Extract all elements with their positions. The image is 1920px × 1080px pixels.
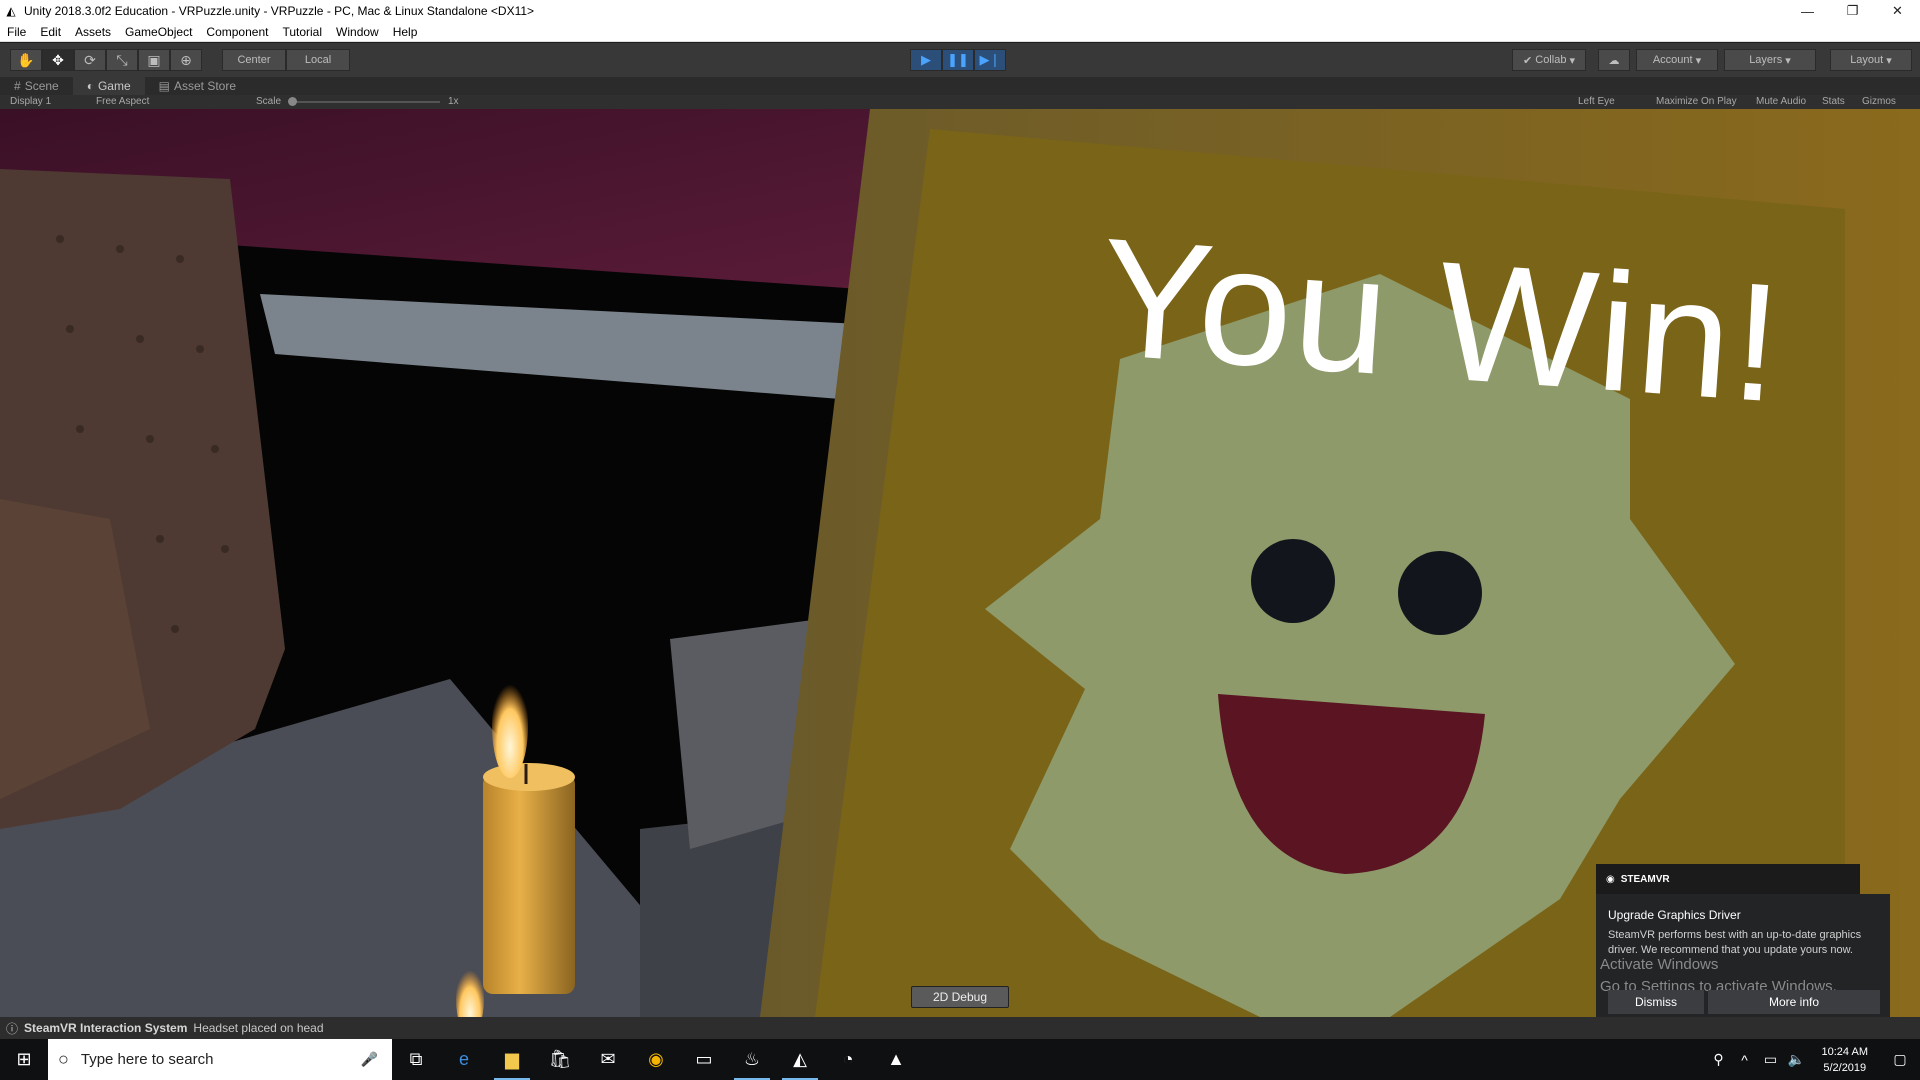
- scale-value: 1x: [448, 96, 459, 107]
- store-icon: ▤: [158, 79, 170, 93]
- oculus-icon[interactable]: ▭: [680, 1039, 728, 1080]
- window-title: Unity 2018.3.0f2 Education - VRPuzzle.un…: [24, 4, 535, 18]
- menu-edit[interactable]: Edit: [33, 25, 68, 39]
- transform-tool-icon[interactable]: ⊕: [170, 49, 202, 71]
- menu-component[interactable]: Component: [199, 25, 275, 39]
- menu-window[interactable]: Window: [329, 25, 386, 39]
- dismiss-button[interactable]: Dismiss: [1608, 990, 1704, 1014]
- tab-asset-store[interactable]: ▤ Asset Store: [145, 77, 250, 95]
- clock-time: 10:24 AM: [1821, 1045, 1868, 1058]
- clock-date: 5/2/2019: [1823, 1061, 1867, 1074]
- unity-logo-icon: ◭: [6, 4, 16, 18]
- network-icon[interactable]: ▭: [1758, 1051, 1784, 1068]
- layout-dropdown[interactable]: Layout ▾: [1830, 49, 1912, 71]
- menu-tutorial[interactable]: Tutorial: [275, 25, 329, 39]
- candle-shape: [483, 774, 575, 994]
- display-dropdown[interactable]: Display 1: [10, 95, 51, 109]
- status-source: SteamVR Interaction System: [24, 1021, 188, 1035]
- tray-chevron-icon[interactable]: ^: [1732, 1052, 1758, 1068]
- layers-dropdown[interactable]: Layers ▾: [1724, 49, 1816, 71]
- notification-title: Upgrade Graphics Driver: [1608, 908, 1741, 922]
- move-tool-icon[interactable]: ✥: [42, 49, 74, 71]
- rotate-tool-icon[interactable]: ⟳: [74, 49, 106, 71]
- volume-icon[interactable]: 🔈: [1784, 1051, 1810, 1068]
- chrome-icon[interactable]: ◉: [632, 1039, 680, 1080]
- file-explorer-icon[interactable]: ▆: [488, 1039, 536, 1080]
- menu-assets[interactable]: Assets: [68, 25, 118, 39]
- steamvr-icon[interactable]: ◔: [824, 1039, 872, 1080]
- candle-flame-shape: [492, 674, 528, 778]
- right-eye-shape: [1398, 551, 1482, 635]
- notification-header: ◉ STEAMVR: [1596, 864, 1860, 894]
- toolbar: ✋ ✥ ⟳ ⤡ ▣ ⊕ Center Local ▶ ❚❚ ▶❘ ✔ Colla…: [0, 43, 1920, 77]
- menu-gameobject[interactable]: GameObject: [118, 25, 199, 39]
- pivot-local-button[interactable]: Local: [286, 49, 350, 71]
- transform-tools: ✋ ✥ ⟳ ⤡ ▣ ⊕: [10, 49, 202, 71]
- step-icon[interactable]: ▶❘: [974, 49, 1006, 71]
- status-message: Headset placed on head: [193, 1021, 324, 1035]
- menu-file[interactable]: File: [0, 25, 33, 39]
- notification-brand: STEAMVR: [1620, 873, 1670, 885]
- minimize-button[interactable]: —: [1785, 0, 1830, 22]
- stats-toggle[interactable]: Stats: [1822, 95, 1845, 109]
- scene-icon: #: [14, 79, 21, 93]
- collab-button[interactable]: ✔ Collab ▾: [1512, 49, 1586, 71]
- info-icon: ⓘ: [6, 1021, 19, 1036]
- windows-taskbar: ⊞ ○ Type here to search 🎤 ⧉ e ▆ 🛍 ✉ ◉ ▭ …: [0, 1039, 1920, 1080]
- activate-windows-title: Activate Windows: [1600, 956, 1719, 973]
- play-icon[interactable]: ▶: [910, 49, 942, 71]
- cortana-circle-icon: ○: [58, 1049, 69, 1069]
- hand-tool-icon[interactable]: ✋: [10, 49, 42, 71]
- unity-icon[interactable]: ◭: [776, 1039, 824, 1080]
- steam-logo-icon: ◉: [1606, 873, 1615, 885]
- notifications-icon[interactable]: ▢: [1880, 1051, 1920, 1068]
- pause-icon[interactable]: ❚❚: [942, 49, 974, 71]
- scale-slider-handle[interactable]: [288, 97, 297, 106]
- 2d-debug-button[interactable]: 2D Debug: [911, 986, 1009, 1008]
- account-dropdown[interactable]: Account ▾: [1636, 49, 1718, 71]
- tab-game[interactable]: ◐ Game: [72, 77, 145, 95]
- game-view-controls: Display 1 Free Aspect Scale 1x Left Eye …: [0, 95, 1920, 109]
- windows-start-icon[interactable]: ⊞: [0, 1039, 48, 1080]
- pivot-toggles: Center Local: [222, 49, 350, 71]
- system-tray: ⚲ ^ ▭ 🔈 10:24 AM 5/2/2019 ▢: [1706, 1039, 1920, 1080]
- steamvr-notification: ◉ STEAMVR Upgrade Graphics Driver SteamV…: [1596, 864, 1890, 1018]
- gizmos-dropdown[interactable]: Gizmos: [1862, 95, 1896, 109]
- maximize-on-play-toggle[interactable]: Maximize On Play: [1656, 95, 1737, 109]
- task-view-icon[interactable]: ⧉: [392, 1039, 440, 1080]
- scale-label: Scale: [256, 96, 282, 107]
- photos-icon[interactable]: ▲: [872, 1039, 920, 1080]
- people-icon[interactable]: ⚲: [1706, 1051, 1732, 1068]
- steam-icon[interactable]: ♨: [728, 1039, 776, 1080]
- mail-icon[interactable]: ✉: [584, 1039, 632, 1080]
- taskbar-search-box[interactable]: ○ Type here to search 🎤: [48, 1039, 392, 1080]
- edge-browser-icon[interactable]: e: [440, 1039, 488, 1080]
- scale-slider[interactable]: [290, 101, 440, 103]
- search-placeholder: Type here to search: [80, 1051, 214, 1068]
- taskbar-clock[interactable]: 10:24 AM 5/2/2019: [1810, 1044, 1880, 1076]
- microphone-icon[interactable]: 🎤: [361, 1051, 378, 1068]
- candle-top-shape: [483, 763, 575, 791]
- pivot-center-button[interactable]: Center: [222, 49, 286, 71]
- tab-scene[interactable]: # Scene: [0, 77, 73, 95]
- status-bar[interactable]: ⓘ SteamVR Interaction System Headset pla…: [0, 1017, 1920, 1039]
- more-info-button[interactable]: More info: [1708, 990, 1880, 1014]
- menu-help[interactable]: Help: [386, 25, 425, 39]
- game-icon: ◐: [86, 79, 94, 93]
- left-eye-shape: [1251, 539, 1335, 623]
- eye-dropdown[interactable]: Left Eye: [1578, 95, 1615, 109]
- play-controls: ▶ ❚❚ ▶❘: [910, 49, 1006, 71]
- scale-tool-icon[interactable]: ⤡: [106, 49, 138, 71]
- store-bag-icon[interactable]: 🛍: [536, 1039, 584, 1080]
- close-button[interactable]: ✕: [1875, 0, 1920, 22]
- aspect-dropdown[interactable]: Free Aspect: [96, 95, 149, 109]
- mute-audio-toggle[interactable]: Mute Audio: [1756, 95, 1806, 109]
- rect-tool-icon[interactable]: ▣: [138, 49, 170, 71]
- restore-button[interactable]: ❐: [1830, 0, 1875, 22]
- cloud-icon[interactable]: ☁: [1598, 49, 1630, 71]
- title-bar: ◭ Unity 2018.3.0f2 Education - VRPuzzle.…: [0, 0, 1920, 22]
- view-tabs: # Scene ◐ Game ▤ Asset Store: [0, 77, 1920, 95]
- menu-bar: File Edit Assets GameObject Component Tu…: [0, 22, 1920, 42]
